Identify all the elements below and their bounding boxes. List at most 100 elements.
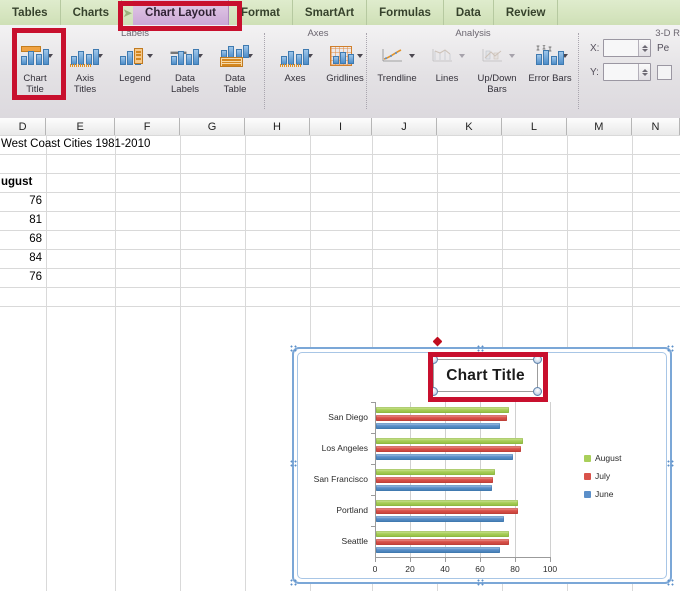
chart-bar[interactable] xyxy=(376,407,509,413)
column-header-G[interactable]: G xyxy=(180,118,246,135)
grid-row-line xyxy=(0,135,680,136)
chart-bar[interactable] xyxy=(376,485,492,492)
title-handle-top-left[interactable] xyxy=(429,355,438,364)
tab-format[interactable]: Format xyxy=(229,0,293,25)
spreadsheet-cell[interactable]: 81 xyxy=(0,214,42,226)
ribbon-button-updown-bars[interactable]: Up/Down Bars xyxy=(472,39,522,95)
chart-bar[interactable] xyxy=(376,423,501,430)
column-header-E[interactable]: E xyxy=(46,118,116,135)
rotation-x-label: X: xyxy=(590,42,600,54)
column-header-N[interactable]: N xyxy=(631,118,680,135)
tab-tables[interactable]: Tables xyxy=(0,0,61,25)
tab-formulas[interactable]: Formulas xyxy=(367,0,444,25)
axes-icon xyxy=(278,44,309,68)
chart-legend[interactable]: August July June xyxy=(584,449,621,503)
chart-bar[interactable] xyxy=(376,438,523,444)
chart-legend-item[interactable]: June xyxy=(584,485,621,503)
ribbon-button-lines[interactable]: Lines xyxy=(422,39,472,95)
ribbon-tab-strip[interactable]: Tables Charts ➤ Chart Layout Format Smar… xyxy=(0,0,680,26)
column-header-M[interactable]: M xyxy=(566,118,632,135)
ribbon-button-axes[interactable]: Axes xyxy=(270,39,320,85)
label-line-2: Table xyxy=(223,83,247,95)
column-header-I[interactable]: I xyxy=(310,118,372,135)
tab-data[interactable]: Data xyxy=(444,0,494,25)
chart-bar[interactable] xyxy=(376,446,522,453)
chart-object[interactable]: 0 20 40 60 80 100 San Diego Los Angeles San Fran… xyxy=(290,345,674,586)
group-separator xyxy=(264,33,265,109)
chart-bar[interactable] xyxy=(376,531,509,537)
rotation-y-stepper[interactable] xyxy=(603,63,651,81)
chart-bar[interactable] xyxy=(376,415,508,422)
chart-legend-item[interactable]: August xyxy=(584,449,621,467)
spreadsheet-cell[interactable]: West Coast Cities 1981-2010 xyxy=(1,138,150,150)
chart-bar[interactable] xyxy=(376,469,495,475)
label-line-1: Axes xyxy=(284,73,306,84)
data-table-icon xyxy=(218,44,249,68)
chart-x-tick xyxy=(445,558,446,562)
ribbon-button-data-table[interactable]: Data Table xyxy=(210,39,260,95)
chevron-down-icon[interactable] xyxy=(508,54,515,58)
grid-row-line xyxy=(0,154,680,155)
ribbon-button-trendline[interactable]: Trendline xyxy=(372,39,422,95)
rotation-y-input[interactable] xyxy=(604,64,638,80)
column-header-J[interactable]: J xyxy=(372,118,437,135)
chart-bar[interactable] xyxy=(376,477,494,484)
tab-chart-layout[interactable]: Chart Layout xyxy=(133,0,229,25)
spreadsheet-cell[interactable]: 76 xyxy=(0,271,42,283)
chart-bar[interactable] xyxy=(376,454,513,461)
tab-charts[interactable]: Charts xyxy=(61,0,123,25)
chart-bar[interactable] xyxy=(376,516,504,523)
chart-title-text[interactable]: Chart Title xyxy=(433,359,538,392)
chart-legend-label: June xyxy=(595,489,614,499)
group-title-axes: Axes xyxy=(307,28,329,39)
tab-label: Tables xyxy=(12,6,48,19)
chart-legend-item[interactable]: July xyxy=(584,467,621,485)
ribbon-button-gridlines[interactable]: Gridlines xyxy=(320,39,370,85)
chart-x-tick-label: 0 xyxy=(372,564,378,574)
tab-review[interactable]: Review xyxy=(494,0,559,25)
chart-bar[interactable] xyxy=(376,500,518,506)
column-header-H[interactable]: H xyxy=(245,118,310,135)
spreadsheet-cell[interactable]: 76 xyxy=(0,195,42,207)
chart-legend-swatch xyxy=(584,454,591,462)
ribbon-button-chart-title[interactable]: Chart Title xyxy=(10,39,60,95)
column-header-F[interactable]: F xyxy=(115,118,181,135)
error-whiskers-glyph xyxy=(536,45,551,52)
rotation-x-stepper[interactable] xyxy=(603,39,651,57)
ribbon-button-data-labels[interactable]: ▬▬ Data Labels xyxy=(160,39,210,95)
rotation-y-row: Y: xyxy=(590,63,672,81)
ribbon-button-error-bars[interactable]: Error Bars xyxy=(522,39,578,95)
chevron-down-icon[interactable] xyxy=(408,54,415,58)
grid-column-line xyxy=(115,135,116,591)
stepper-arrows[interactable] xyxy=(638,64,650,80)
spreadsheet-cell[interactable]: 68 xyxy=(0,233,42,245)
column-header-label: L xyxy=(530,120,537,133)
chevron-down-icon[interactable] xyxy=(146,54,153,58)
chart-bar[interactable] xyxy=(376,547,501,554)
perspective-swatch-icon[interactable] xyxy=(657,64,672,80)
column-header-K[interactable]: K xyxy=(436,118,502,135)
title-handle-bottom-left[interactable] xyxy=(429,387,438,396)
ribbon-button-legend[interactable]: Legend xyxy=(110,39,160,95)
column-header-D[interactable]: D xyxy=(0,118,47,135)
title-handle-top-right[interactable] xyxy=(533,355,542,364)
chevron-down-icon[interactable] xyxy=(458,54,465,58)
chart-category-label: Los Angeles xyxy=(321,442,368,453)
group-title-labels: Labels xyxy=(121,28,149,39)
chevron-down-icon[interactable] xyxy=(356,54,363,58)
label-line-1: Axis xyxy=(76,73,94,84)
label-line-1: Error Bars xyxy=(528,73,572,84)
title-handle-bottom-right[interactable] xyxy=(533,387,542,396)
updown-bars-icon xyxy=(480,44,506,68)
column-header-L[interactable]: L xyxy=(501,118,567,135)
chart-bar[interactable] xyxy=(376,508,518,515)
chart-bar[interactable] xyxy=(376,539,509,546)
ribbon-button-axis-titles[interactable]: Axis Titles xyxy=(60,39,110,95)
chart-title-element[interactable]: Chart Title xyxy=(429,355,542,396)
rotation-x-input[interactable] xyxy=(604,40,638,56)
chart-x-axis[interactable] xyxy=(375,557,551,558)
tab-smartart[interactable]: SmartArt xyxy=(293,0,368,25)
spreadsheet-cell[interactable]: ugust xyxy=(1,176,32,188)
spreadsheet-cell[interactable]: 84 xyxy=(0,252,42,264)
stepper-arrows[interactable] xyxy=(638,40,650,56)
